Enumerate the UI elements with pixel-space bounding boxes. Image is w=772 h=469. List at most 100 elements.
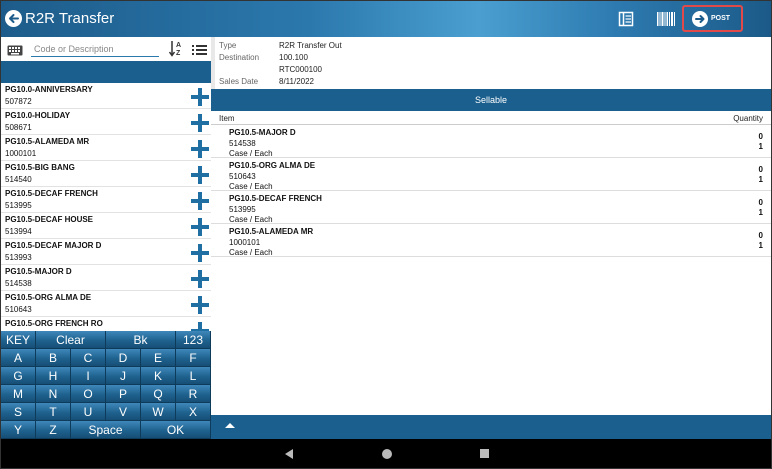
plus-icon[interactable] — [191, 322, 209, 331]
back-button[interactable] — [5, 10, 22, 27]
list-item[interactable]: PG10.5-MAJOR D 514538 — [1, 265, 211, 291]
item-unit: Case / Each — [229, 182, 273, 191]
search-input[interactable] — [31, 41, 159, 57]
key-q[interactable]: Q — [141, 385, 176, 403]
list-item[interactable]: PG10.0-ANNIVERSARY 507872 — [1, 83, 211, 109]
search-row: A Z — [1, 37, 211, 61]
key-space[interactable]: Space — [71, 421, 141, 439]
list-item[interactable]: PG10.0-HOLIDAY 508671 — [1, 109, 211, 135]
destination-value: 100.100 — [279, 53, 308, 62]
key-p[interactable]: P — [106, 385, 141, 403]
column-quantity: Quantity — [733, 114, 763, 123]
list-item[interactable]: PG10.5-BIG BANG 514540 — [1, 161, 211, 187]
plus-icon[interactable] — [191, 140, 209, 158]
key-d[interactable]: D — [106, 349, 141, 367]
qty-case[interactable]: 0 — [759, 198, 763, 207]
qty-each[interactable]: 1 — [759, 208, 763, 217]
plus-icon[interactable] — [191, 88, 209, 106]
plus-icon[interactable] — [191, 270, 209, 288]
key-n[interactable]: N — [36, 385, 71, 403]
table-row[interactable]: PG10.5-MAJOR D 514538 Case / Each 0 1 — [211, 125, 771, 158]
key-numeric[interactable]: 123 — [176, 331, 211, 349]
item-code: 513994 — [5, 227, 32, 236]
qty-case[interactable]: 0 — [759, 165, 763, 174]
item-unit: Case / Each — [229, 215, 273, 224]
svg-text:A: A — [176, 42, 181, 49]
key-u[interactable]: U — [71, 403, 106, 421]
top-app-bar: R2R Transfer POST — [1, 1, 771, 37]
list-item[interactable]: PG10.5-DECAF HOUSE 513994 — [1, 213, 211, 239]
type-value: R2R Transfer Out — [279, 41, 342, 50]
key-h[interactable]: H — [36, 367, 71, 385]
nav-recent-apps-icon[interactable] — [480, 449, 489, 458]
key-k[interactable]: K — [141, 367, 176, 385]
item-code: 507872 — [5, 97, 32, 106]
key-c[interactable]: C — [71, 349, 106, 367]
key-g[interactable]: G — [1, 367, 36, 385]
qty-each[interactable]: 1 — [759, 241, 763, 250]
key-a[interactable]: A — [1, 349, 36, 367]
plus-icon[interactable] — [191, 192, 209, 210]
key-j[interactable]: J — [106, 367, 141, 385]
product-panel: A Z PG10.0-ANNIVERSARY 507872 PG10.0-HO — [1, 37, 211, 439]
key-r[interactable]: R — [176, 385, 211, 403]
item-code: 1000101 — [5, 149, 37, 158]
qty-case[interactable]: 0 — [759, 231, 763, 240]
table-row[interactable]: PG10.5-DECAF FRENCH 513995 Case / Each 0… — [211, 191, 771, 224]
list-item[interactable]: PG10.5-DECAF FRENCH 513995 — [1, 187, 211, 213]
plus-icon[interactable] — [191, 218, 209, 236]
item-code: 514538 — [229, 139, 256, 148]
list-item[interactable]: PG10.5-ALAMEDA MR 1000101 — [1, 135, 211, 161]
key-mode[interactable]: KEY — [1, 331, 36, 349]
key-b[interactable]: B — [36, 349, 71, 367]
key-i[interactable]: I — [71, 367, 106, 385]
key-z[interactable]: Z — [36, 421, 71, 439]
key-l[interactable]: L — [176, 367, 211, 385]
keyboard-icon[interactable] — [7, 43, 23, 56]
list-icon[interactable] — [192, 43, 207, 55]
qty-each[interactable]: 1 — [759, 142, 763, 151]
nav-home-icon[interactable] — [382, 449, 392, 459]
item-name: PG10.5-ALAMEDA MR — [229, 227, 314, 236]
type-label: Type — [219, 41, 237, 50]
key-x[interactable]: X — [176, 403, 211, 421]
key-e[interactable]: E — [141, 349, 176, 367]
list-item[interactable]: PG10.5-ORG ALMA DE 510643 — [1, 291, 211, 317]
plus-icon[interactable] — [191, 166, 209, 184]
item-code: 513993 — [5, 253, 32, 262]
barcode-icon[interactable] — [656, 11, 676, 27]
key-t[interactable]: T — [36, 403, 71, 421]
table-row[interactable]: PG10.5-ORG ALMA DE 510643 Case / Each 0 … — [211, 158, 771, 191]
list-item[interactable]: PG10.5-DECAF MAJOR D 513993 — [1, 239, 211, 265]
nav-back-icon[interactable] — [285, 449, 293, 459]
item-name: PG10.5-MAJOR D — [5, 267, 72, 276]
key-m[interactable]: M — [1, 385, 36, 403]
list-item[interactable]: PG10.5-ORG FRENCH RO — [1, 317, 211, 331]
list-view-icon[interactable] — [618, 11, 634, 27]
item-code: 1000101 — [229, 238, 261, 247]
key-y[interactable]: Y — [1, 421, 36, 439]
key-clear[interactable]: Clear — [36, 331, 106, 349]
key-f[interactable]: F — [176, 349, 211, 367]
table-row[interactable]: PG10.5-ALAMEDA MR 1000101 Case / Each 0 … — [211, 224, 771, 257]
keyboard-row: KEY Clear Bk 123 — [1, 331, 211, 349]
plus-icon[interactable] — [191, 114, 209, 132]
destination-label: Destination — [219, 53, 260, 62]
plus-icon[interactable] — [191, 296, 209, 314]
keyboard-row: M N O P Q R — [1, 385, 211, 403]
key-backspace[interactable]: Bk — [106, 331, 176, 349]
qty-case[interactable]: 0 — [759, 132, 763, 141]
key-ok[interactable]: OK — [141, 421, 211, 439]
key-v[interactable]: V — [106, 403, 141, 421]
product-list: PG10.0-ANNIVERSARY 507872 PG10.0-HOLIDAY… — [1, 83, 211, 331]
item-code: 510643 — [5, 305, 32, 314]
chevron-up-icon[interactable] — [225, 423, 235, 428]
sort-az-icon[interactable]: A Z — [168, 40, 183, 57]
key-o[interactable]: O — [71, 385, 106, 403]
transfer-details: Type R2R Transfer Out Destination 100.10… — [215, 37, 771, 89]
qty-each[interactable]: 1 — [759, 175, 763, 184]
plus-icon[interactable] — [191, 244, 209, 262]
key-s[interactable]: S — [1, 403, 36, 421]
post-button[interactable]: POST — [682, 5, 743, 32]
key-w[interactable]: W — [141, 403, 176, 421]
